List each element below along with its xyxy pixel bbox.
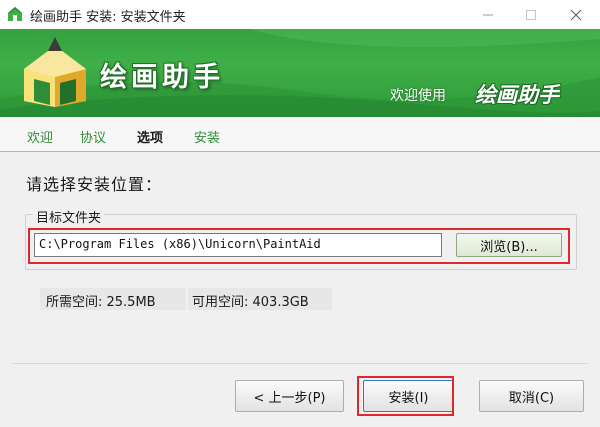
step-options: 选项 <box>137 131 164 146</box>
app-icon <box>8 7 22 21</box>
banner-app-name: 绘画助手 <box>100 62 224 93</box>
banner-welcome-text: 欢迎使用 <box>390 88 446 104</box>
bottom-divider <box>12 363 588 364</box>
step-welcome: 欢迎 <box>27 131 54 146</box>
space-required: 所需空间: 25.5MB <box>40 288 186 310</box>
cancel-button-label: 取消(C) <box>508 390 555 406</box>
step-agreement: 协议 <box>80 131 107 146</box>
page-heading: 请选择安装位置： <box>26 175 163 194</box>
pencil-house-logo <box>24 37 86 107</box>
destination-folder-label: 目标文件夹 <box>33 207 105 226</box>
close-button[interactable] <box>553 0 598 29</box>
main-content: 请选择安装位置： 目标文件夹 C:\Program Files (x86)\Un… <box>0 152 600 427</box>
maximize-icon <box>525 9 536 20</box>
title-bar: 绘画助手 安装: 安装文件夹 <box>0 0 600 30</box>
cancel-button[interactable]: 取消(C) <box>479 380 584 412</box>
maximize-button[interactable] <box>508 0 553 29</box>
banner-welcome-app: 绘画助手 <box>475 83 559 107</box>
space-available: 可用空间: 403.3GB <box>188 288 332 310</box>
install-highlight-box <box>357 376 454 416</box>
step-install: 安装 <box>194 131 221 146</box>
close-icon <box>570 9 581 20</box>
header-banner: 绘画助手 欢迎使用 绘画助手 <box>0 29 600 117</box>
minimize-button[interactable] <box>465 0 510 29</box>
path-highlight-box <box>28 228 570 264</box>
minimize-icon <box>482 14 493 15</box>
back-button[interactable]: < 上一步(P) <box>235 380 344 412</box>
window-title: 绘画助手 安装: 安装文件夹 <box>30 10 186 25</box>
back-button-label: < 上一步(P) <box>253 390 326 406</box>
step-navigation: 欢迎 协议 选项 安装 <box>0 117 600 152</box>
